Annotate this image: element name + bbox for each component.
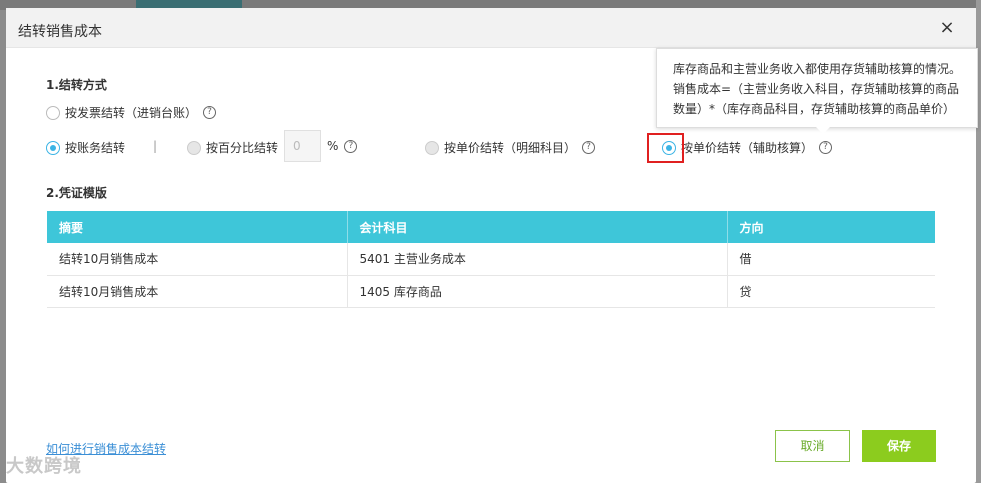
table-header-row: 摘要 会计科目 方向	[47, 211, 935, 243]
option-accounting[interactable]: 按账务结转	[46, 139, 125, 156]
radio-unit-price-detail[interactable]	[425, 140, 439, 155]
method-tooltip: 库存商品和主营业务收入都使用存货辅助核算的情况。销售成本=（主营业务收入科目，存…	[656, 48, 978, 128]
cell-account: 1405 库存商品	[347, 275, 728, 308]
voucher-template-table: 摘要 会计科目 方向 结转10月销售成本 5401 主营业务成本 借 结转10月…	[47, 211, 935, 308]
option-unit-price-auxiliary-label: 按单价结转（辅助核算）	[681, 141, 814, 155]
help-icon[interactable]: ?	[203, 106, 217, 119]
cancel-button[interactable]: 取消	[775, 430, 850, 462]
cell-direction: 贷	[727, 275, 935, 308]
column-header-account: 会计科目	[347, 211, 728, 243]
tooltip-arrow	[816, 127, 830, 134]
highlight-box	[647, 133, 684, 163]
cell-account: 5401 主营业务成本	[347, 243, 728, 276]
table-row: 结转10月销售成本 5401 主营业务成本 借	[47, 243, 935, 276]
option-unit-price-detail-label: 按单价结转（明细科目）	[444, 141, 577, 155]
cell-summary: 结转10月销售成本	[47, 243, 348, 276]
section-method-title: 1.结转方式	[46, 78, 107, 92]
option-invoice[interactable]: 按发票结转（进销台账） ?	[46, 104, 217, 121]
cell-summary: 结转10月销售成本	[47, 275, 348, 308]
watermark-logo: 大数跨境	[6, 456, 82, 477]
background-tab	[136, 0, 242, 8]
table-row: 结转10月销售成本 1405 库存商品 贷	[47, 275, 935, 308]
close-icon[interactable]: ×	[938, 19, 956, 37]
percent-suffix: % ?	[327, 139, 358, 153]
dialog-header: 结转销售成本 ×	[6, 8, 976, 48]
option-unit-price-auxiliary[interactable]: 按单价结转（辅助核算） ?	[662, 139, 833, 156]
cell-direction: 借	[727, 243, 935, 276]
option-unit-price-detail[interactable]: 按单价结转（明细科目） ?	[425, 139, 596, 156]
percent-input[interactable]: 0	[284, 130, 321, 162]
help-icon[interactable]: ?	[819, 141, 833, 154]
radio-percent[interactable]	[187, 140, 201, 155]
radio-invoice[interactable]	[46, 105, 60, 120]
percent-sign: %	[327, 139, 339, 153]
dialog-title: 结转销售成本	[18, 24, 102, 40]
help-icon[interactable]: ?	[582, 141, 596, 154]
column-header-direction: 方向	[727, 211, 935, 243]
help-icon[interactable]: ?	[344, 139, 358, 153]
section-voucher-title: 2.凭证模版	[46, 186, 107, 200]
radio-accounting[interactable]	[46, 140, 60, 155]
option-accounting-label: 按账务结转	[65, 141, 126, 155]
option-invoice-label: 按发票结转（进销台账）	[65, 106, 198, 120]
column-header-summary: 摘要	[47, 211, 348, 243]
save-button[interactable]: 保存	[862, 430, 936, 462]
option-percent[interactable]: 按百分比结转	[187, 139, 278, 156]
option-percent-label: 按百分比结转	[206, 141, 279, 155]
option-separator: |	[153, 139, 158, 153]
